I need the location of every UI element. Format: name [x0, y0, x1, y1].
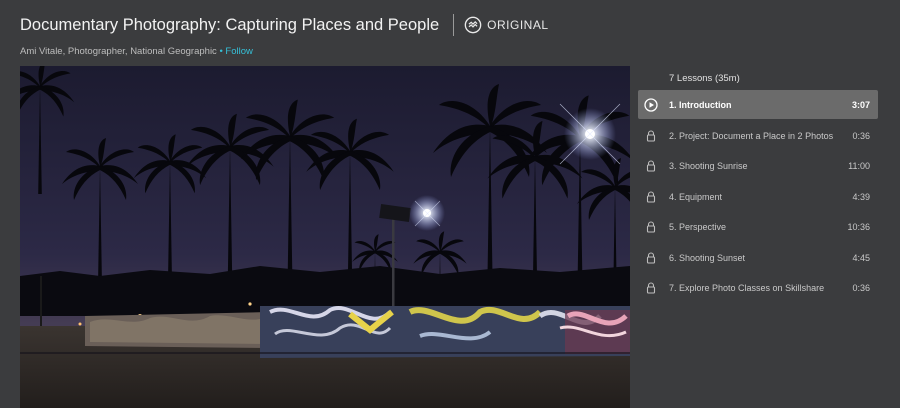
lesson-item-shooting-sunrise[interactable]: 3. Shooting Sunrise 11:00 [638, 151, 878, 182]
video-frame-image [20, 66, 630, 408]
video-player[interactable] [20, 66, 630, 408]
lesson-duration: 4:45 [852, 252, 870, 263]
lock-icon [646, 221, 656, 233]
lessons-heading: 7 Lessons (35m) [669, 73, 740, 84]
byline-separator: • [219, 46, 223, 57]
course-header: Documentary Photography: Capturing Place… [20, 14, 880, 57]
lesson-duration: 4:39 [852, 191, 870, 202]
lesson-title: 7. Explore Photo Classes on Skillshare [669, 283, 825, 294]
lessons-sidebar: 7 Lessons (35m) 1. Introduction 3:07 2. … [638, 66, 878, 304]
title-divider [453, 14, 455, 36]
lesson-item-introduction[interactable]: 1. Introduction 3:07 [638, 90, 878, 119]
lesson-title: 1. Introduction [669, 99, 732, 110]
lesson-title: 3. Shooting Sunrise [669, 161, 748, 172]
lesson-item-explore-classes[interactable]: 7. Explore Photo Classes on Skillshare 0… [638, 273, 878, 304]
lock-icon [646, 191, 656, 203]
lesson-item-perspective[interactable]: 5. Perspective 10:36 [638, 212, 878, 243]
lesson-item-project[interactable]: 2. Project: Document a Place in 2 Photos… [638, 121, 878, 152]
title-row: Documentary Photography: Capturing Place… [20, 14, 880, 36]
lesson-duration: 0:36 [852, 130, 870, 141]
original-badge: ORIGINAL [464, 16, 548, 34]
lesson-duration: 11:00 [848, 161, 870, 172]
instructor-byline: Ami Vitale, Photographer, National Geogr… [20, 46, 880, 57]
lock-icon [646, 130, 656, 142]
skillshare-original-icon [464, 16, 482, 34]
lesson-title: 2. Project: Document a Place in 2 Photos [669, 130, 834, 141]
lesson-item-shooting-sunset[interactable]: 6. Shooting Sunset 4:45 [638, 243, 878, 274]
course-title: Documentary Photography: Capturing Place… [20, 15, 440, 34]
lesson-duration: 0:36 [852, 283, 870, 294]
follow-link[interactable]: Follow [225, 46, 252, 57]
lock-icon [646, 252, 656, 264]
lesson-item-equipment[interactable]: 4. Equipment 4:39 [638, 182, 878, 213]
play-icon [644, 97, 658, 112]
lesson-duration: 10:36 [847, 222, 870, 233]
lock-icon [646, 282, 656, 294]
original-label: ORIGINAL [487, 18, 549, 32]
lesson-title: 5. Perspective [669, 222, 727, 233]
lesson-title: 6. Shooting Sunset [669, 252, 746, 263]
lock-icon [646, 160, 656, 172]
lesson-duration: 3:07 [851, 99, 870, 110]
lesson-title: 4. Equipment [669, 191, 723, 202]
instructor-name: Ami Vitale, Photographer, National Geogr… [20, 46, 217, 57]
